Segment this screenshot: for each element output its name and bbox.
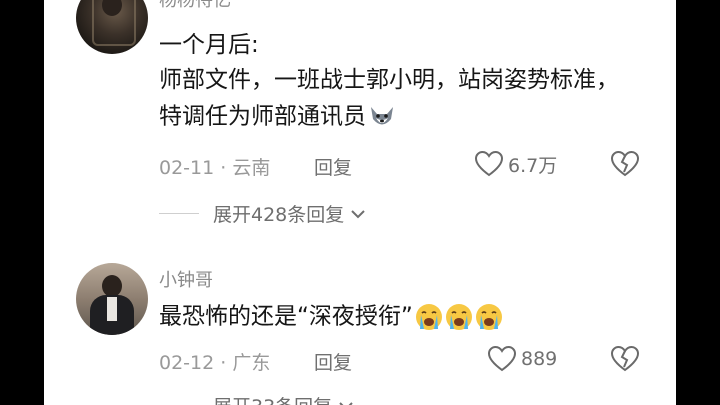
crying-emoji-icon (445, 304, 472, 330)
username[interactable]: 小钟哥 (159, 266, 213, 292)
comment-text-line: 最恐怖的还是“深夜授衔” (159, 303, 503, 331)
comment-meta: 02-12 · 广东 (159, 348, 270, 375)
heart-outline-icon (487, 345, 517, 372)
reply-button[interactable]: 回复 (314, 348, 352, 375)
crying-emoji-icon (415, 304, 442, 330)
comment-panel: 杨杨待忆 一个月后: 师部文件，一班战士郭小明，站岗姿势标准， 特调任为师部通讯… (44, 0, 676, 405)
crying-emoji-icon (475, 304, 502, 330)
like-button[interactable]: 889 (487, 345, 557, 373)
broken-heart-icon[interactable] (610, 345, 640, 373)
comment-date: 02-12 (159, 352, 215, 374)
comment-2: 小钟哥 最恐怖的还是“深夜授衔” 02-12 · 广东 回复 889 (44, 0, 676, 405)
comment-text: 最恐怖的还是“深夜授衔” (159, 303, 413, 330)
comment-location: 广东 (232, 352, 271, 374)
meta-separator: · (220, 352, 227, 374)
expand-replies-button[interactable]: 展开33条回复 (159, 392, 354, 405)
expand-label: 展开33条回复 (213, 392, 332, 405)
chevron-down-icon (339, 401, 353, 405)
avatar[interactable] (76, 263, 148, 335)
like-count: 889 (521, 348, 558, 370)
